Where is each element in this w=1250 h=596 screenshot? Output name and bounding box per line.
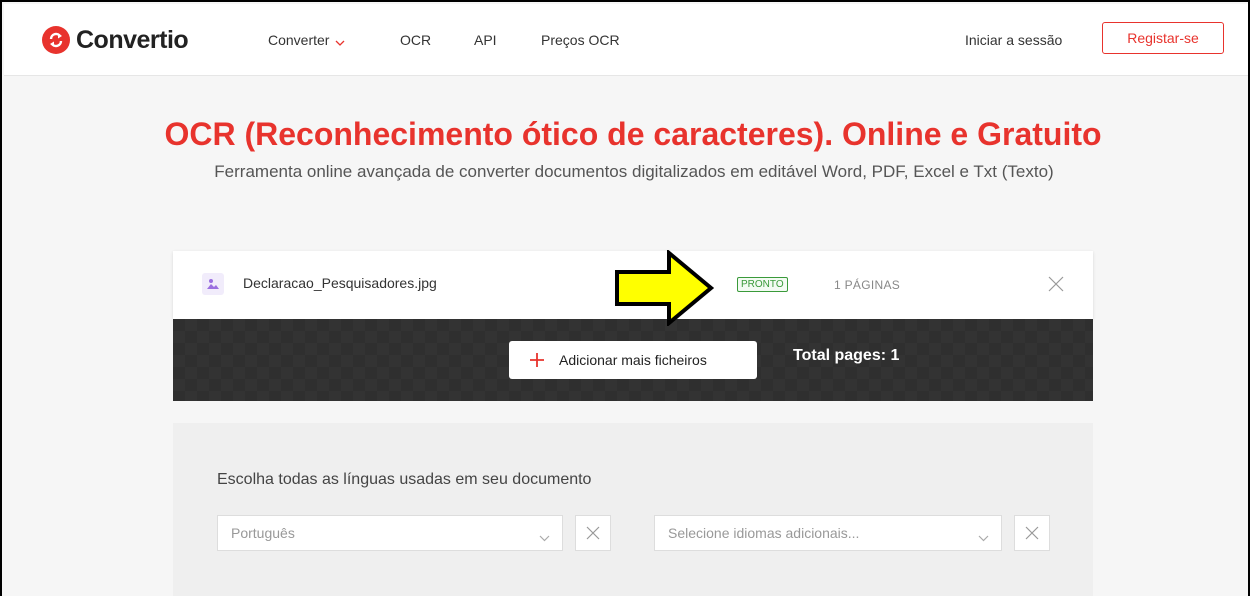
login-link[interactable]: Iniciar a sessão [965, 32, 1062, 48]
total-pages: Total pages: 1 [793, 347, 900, 364]
logo[interactable]: Convertio [42, 25, 189, 54]
remove-file-button[interactable] [1047, 275, 1065, 293]
nav-converter[interactable]: Converter [268, 32, 345, 49]
primary-language-select[interactable]: Português [217, 515, 563, 551]
nav-api[interactable]: API [474, 32, 497, 48]
close-icon [1048, 276, 1064, 292]
page-count: 1 PÁGINAS [834, 278, 901, 292]
clear-additional-languages-button[interactable] [1014, 515, 1050, 551]
page-subtitle: Ferramenta online avançada de converter … [214, 162, 1054, 181]
clear-primary-language-button[interactable] [575, 515, 611, 551]
plus-icon [530, 353, 544, 367]
nav-ocr[interactable]: OCR [400, 32, 431, 48]
file-name: Declaracao_Pesquisadores.jpg [243, 275, 437, 291]
chevron-down-icon [335, 33, 345, 49]
status-badge: PRONTO [737, 277, 788, 292]
page-title: OCR (Reconhecimento ótico de caracteres)… [164, 116, 1102, 152]
add-more-files-label: Adicionar mais ficheiros [559, 352, 707, 368]
convertio-logo-icon [42, 26, 70, 54]
language-panel: Escolha todas as línguas usadas em seu d… [173, 423, 1093, 596]
additional-languages-select[interactable]: Selecione idiomas adicionais... [654, 515, 1002, 551]
close-icon [586, 526, 600, 540]
image-file-icon [202, 273, 224, 295]
language-label: Escolha todas as línguas usadas em seu d… [217, 471, 592, 488]
close-icon [1025, 526, 1039, 540]
additional-languages-placeholder: Selecione idiomas adicionais... [668, 525, 860, 541]
chevron-down-icon [539, 529, 550, 545]
logo-text: Convertio [76, 25, 189, 54]
browser-frame: Convertio Converter OCR API Preços OCR I… [0, 0, 1250, 596]
register-button[interactable]: Registar-se [1102, 22, 1224, 54]
primary-language-value: Português [231, 525, 295, 541]
chevron-down-icon [978, 529, 989, 545]
upload-bar: Adicionar mais ficheiros Total pages: 1 [173, 319, 1093, 401]
nav-precos-ocr[interactable]: Preços OCR [541, 32, 620, 48]
add-more-files-button[interactable]: Adicionar mais ficheiros [509, 341, 757, 379]
nav-converter-label: Converter [268, 32, 330, 48]
site-header: Convertio Converter OCR API Preços OCR I… [4, 4, 1248, 76]
annotation-arrow-icon [615, 250, 714, 326]
